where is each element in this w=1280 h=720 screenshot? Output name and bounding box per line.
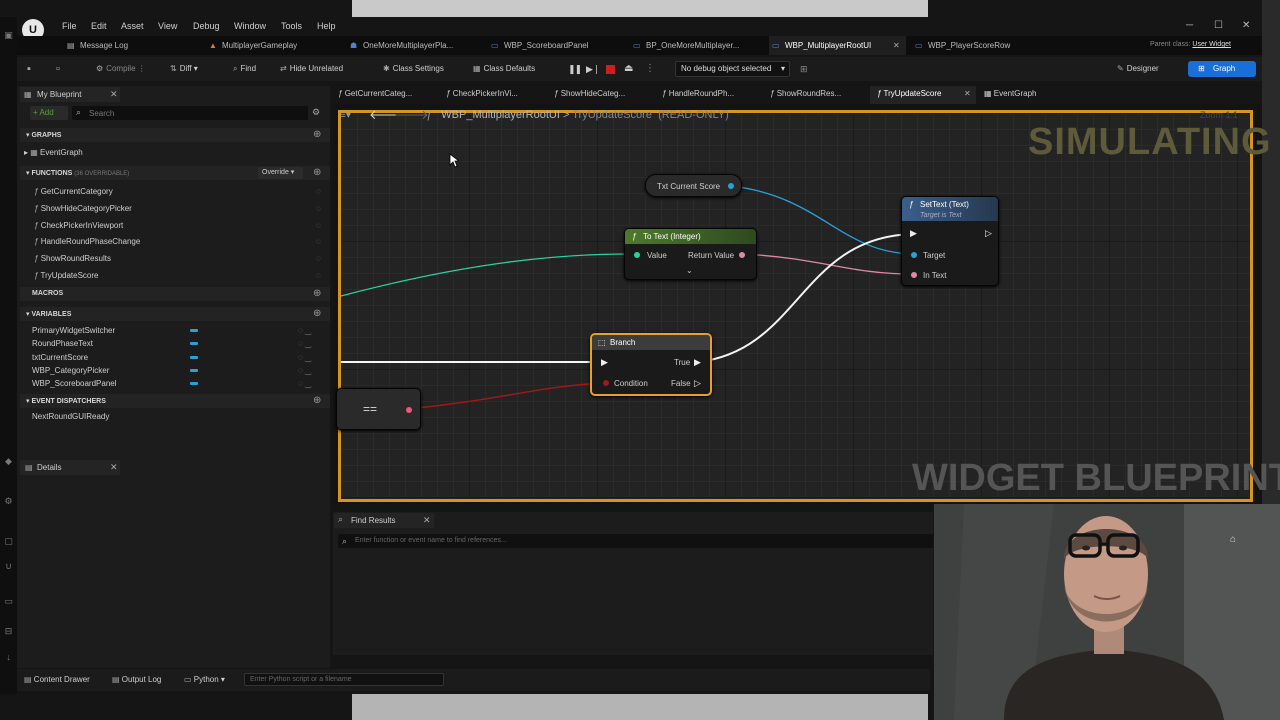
output-log-button[interactable]: ▤ Output Log [112,675,161,684]
wire-int [340,253,631,297]
equals-node[interactable]: == [336,388,421,430]
condition-pin-label: Condition [614,379,648,388]
find-results-tab-label: Find Results [351,516,396,525]
drawer-icon: ▤ [24,675,32,684]
wire-bool [407,382,605,410]
set-text-subtitle: Target is Text [920,212,962,219]
function-icon: ƒ [909,200,914,209]
tab-find-results[interactable]: ⌕ Find Results ✕ [334,513,434,528]
text-pin[interactable] [911,272,917,278]
wire-object [730,185,913,255]
to-text-node[interactable]: ƒ To Text (Integer) Value Return Value ⌄ [624,228,757,280]
in-text-pin-label: In Text [923,271,947,280]
false-pin-label: False [671,379,691,388]
terminal-icon: ▭ [184,675,192,684]
to-text-header: ƒ To Text (Integer) [625,229,756,244]
text-pin[interactable] [739,252,745,258]
return-value-pin-label: Return Value [688,251,735,260]
webcam-image [934,504,1280,720]
exec-in-pin[interactable]: ▶ [910,228,917,239]
python-dropdown[interactable]: ▭ Python ▾ [184,675,225,684]
variable-get-node[interactable]: Txt Current Score [645,174,742,197]
true-pin-label: True [674,358,691,367]
wire-text [742,253,913,275]
content-drawer-button[interactable]: ▤ Content Drawer [24,675,90,684]
log-icon: ▤ [112,675,120,684]
target-pin-label: Target [923,251,946,260]
output-log-label: Output Log [121,675,162,684]
to-text-title: To Text (Integer) [643,232,701,241]
set-text-header: ƒ SetText (Text) Target is Text [902,197,998,221]
bool-pin[interactable] [603,380,609,386]
close-panel-icon[interactable]: ✕ [423,515,431,526]
int-pin[interactable] [634,252,640,258]
branch-title: Branch [610,338,636,347]
find-references-input[interactable]: ⌕ Enter function or event name to find r… [338,534,933,548]
search-icon: ⌕ [338,514,344,524]
function-icon: ƒ [632,232,637,241]
python-label: Python [193,675,219,684]
expand-chevron-icon[interactable]: ⌄ [686,266,693,275]
exec-out-pin[interactable]: ▷ [985,228,992,239]
mouse-cursor-icon [449,153,459,168]
lock-icon: ⌂ [1230,534,1237,545]
exec-in-pin[interactable]: ▶ [601,357,608,368]
equals-label: == [363,402,378,416]
webcam-overlay: ⌂ [934,504,1280,720]
content-drawer-label: Content Drawer [33,675,90,684]
branch-header: ⬚ Branch [592,335,710,350]
false-exec-pin[interactable]: ▷ [694,378,701,389]
search-icon: ⌕ [342,536,348,546]
set-text-node[interactable]: ƒ SetText (Text) Target is Text ▶ ▷ Targ… [901,196,999,286]
true-exec-pin[interactable]: ▶ [694,357,701,368]
bool-out-pin[interactable] [406,407,412,413]
variable-node-label: Txt Current Score [657,182,721,191]
object-pin[interactable] [911,252,917,258]
console-input[interactable]: Enter Python script or a filename [244,673,444,686]
branch-node[interactable]: ⬚ Branch ▶ True ▶ Condition False ▷ [590,333,712,396]
find-placeholder: Enter function or event name to find ref… [355,537,507,544]
branch-icon: ⬚ [598,338,606,347]
value-pin-label: Value [647,251,667,260]
object-pin[interactable] [728,183,734,189]
console-placeholder: Enter Python script or a filename [250,676,352,683]
